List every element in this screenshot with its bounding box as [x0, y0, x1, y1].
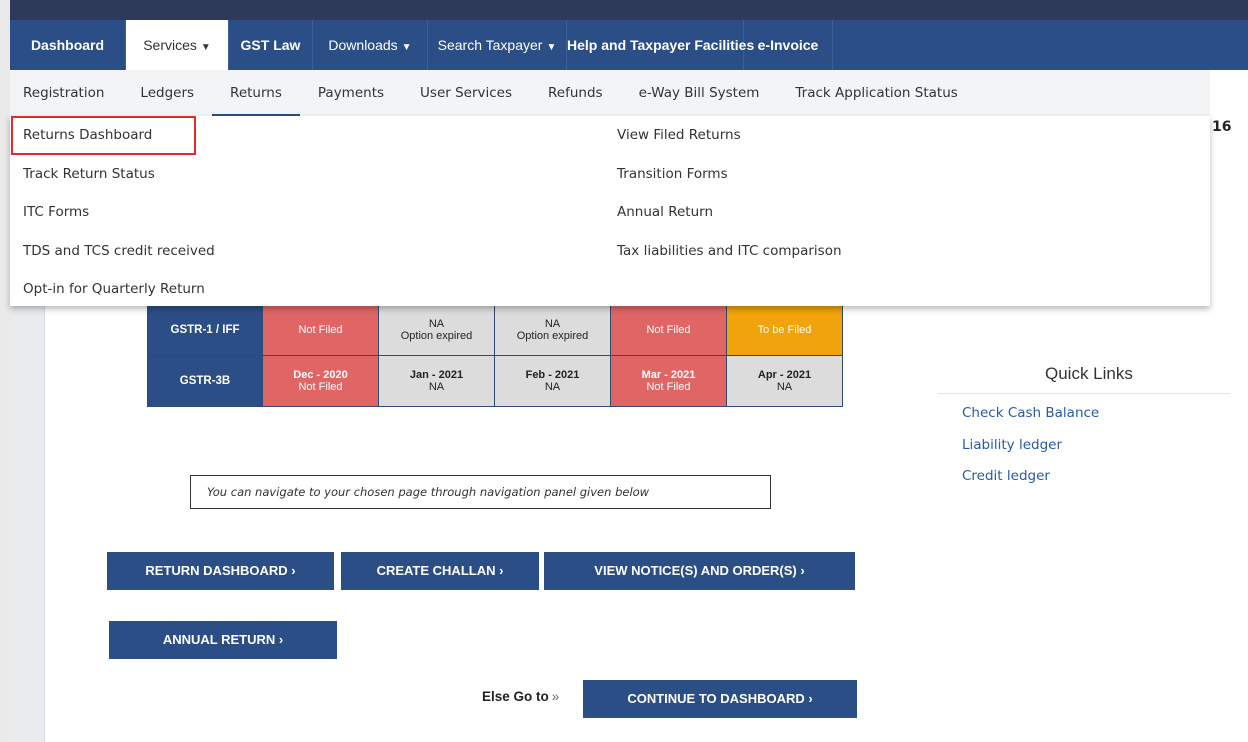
annual-return-button[interactable]: ANNUAL RETURN ›: [109, 621, 337, 659]
navigation-info-box: You can navigate to your chosen page thr…: [190, 475, 771, 509]
continue-to-dashboard-button[interactable]: CONTINUE TO DASHBOARD ›: [583, 680, 857, 718]
caret-down-icon: ▼: [546, 42, 557, 53]
returns-menu-right-column: View Filed Returns Transition Forms Annual…: [617, 116, 842, 270]
menu-item-annual-return[interactable]: Annual Return: [617, 193, 842, 232]
else-go-to-text: Else Go to: [482, 689, 549, 704]
return-status-text: Not Filed: [298, 381, 343, 393]
menu-item-tax-liabilities-and-itc-comparison[interactable]: Tax liabilities and ITC comparison: [617, 232, 842, 271]
main-navigation: Dashboard Services ▼ GST Law Downloads ▼ Searc…: [10, 20, 1248, 70]
create-challan-button[interactable]: CREATE CHALLAN ›: [341, 552, 539, 590]
menu-item-track-return-status[interactable]: Track Return Status: [23, 155, 215, 194]
return-status-cell[interactable]: Dec - 2020 Not Filed: [262, 355, 379, 407]
return-status-cell[interactable]: Feb - 2021 NA: [494, 355, 611, 407]
nav-label: Dashboard: [30, 37, 105, 53]
return-status-text: Not Filed: [298, 324, 343, 336]
return-status-text: NA: [428, 318, 445, 330]
nav-label: Services: [143, 37, 197, 53]
nav-label: e-Invoice: [757, 37, 819, 53]
return-status-cell[interactable]: To be Filed: [726, 304, 843, 356]
return-status-cell[interactable]: Not Filed: [262, 304, 379, 356]
nav-services[interactable]: Services ▼: [126, 20, 229, 70]
status-row-gstr-3b: GSTR-3B Dec - 2020 Not Filed Jan - 2021 NA Fe…: [147, 355, 843, 407]
menu-item-transition-forms[interactable]: Transition Forms: [617, 155, 842, 194]
nav-gst-law[interactable]: GST Law: [229, 20, 313, 70]
menu-item-returns-dashboard[interactable]: Returns Dashboard: [11, 116, 196, 155]
return-type-label: GSTR-3B: [147, 355, 263, 407]
return-type-label: GSTR-1 / IFF: [147, 304, 263, 356]
quick-link-check-cash-balance[interactable]: Check Cash Balance: [962, 403, 1099, 435]
caret-down-icon: ▼: [200, 42, 211, 53]
quick-links-divider: [938, 393, 1230, 394]
returns-menu-left-column: Returns Dashboard Track Return Status ITC …: [11, 116, 215, 309]
else-go-to-label: Else Go to»: [482, 689, 559, 704]
return-status-table: GSTR-1 / IFF Not Filed NA Option expired NA O…: [147, 304, 843, 407]
return-status-cell[interactable]: Jan - 2021 NA: [378, 355, 495, 407]
return-status-cell[interactable]: Not Filed: [610, 304, 727, 356]
return-status-text: Not Filed: [646, 381, 691, 393]
subnav-payments[interactable]: Payments: [300, 70, 402, 116]
return-status-cell[interactable]: NA Option expired: [494, 304, 611, 356]
nav-e-invoice[interactable]: e-Invoice: [744, 20, 833, 70]
return-period: Mar - 2021: [641, 369, 696, 381]
return-status-note: Option expired: [516, 330, 589, 342]
return-status-text: NA: [544, 381, 561, 393]
subnav-e-way-bill-system[interactable]: e-Way Bill System: [621, 70, 778, 116]
left-window-strip: [0, 0, 10, 742]
quick-link-liability-ledger[interactable]: Liability ledger: [962, 435, 1099, 467]
return-status-cell[interactable]: Mar - 2021 Not Filed: [610, 355, 727, 407]
subnav-track-application-status[interactable]: Track Application Status: [777, 70, 975, 116]
menu-item-itc-forms[interactable]: ITC Forms: [23, 193, 215, 232]
return-status-cell[interactable]: Apr - 2021 NA: [726, 355, 843, 407]
nav-label: Help and Taxpayer Facilities: [567, 37, 755, 53]
return-status-text: NA: [776, 381, 793, 393]
nav-label: Downloads: [328, 37, 398, 53]
subnav-ledgers[interactable]: Ledgers: [122, 70, 212, 116]
double-chevron-icon: »: [551, 689, 560, 704]
subnav-returns[interactable]: Returns: [212, 70, 300, 116]
quick-links-list: Check Cash Balance Liability ledger Credit…: [962, 403, 1099, 498]
menu-item-view-filed-returns[interactable]: View Filed Returns: [617, 116, 842, 155]
return-dashboard-button[interactable]: RETURN DASHBOARD ›: [107, 552, 334, 590]
menu-item-opt-in-for-quarterly-return[interactable]: Opt-in for Quarterly Return: [23, 270, 215, 309]
returns-dropdown-menu: Returns Dashboard Track Return Status ITC …: [10, 116, 1210, 306]
return-period: Dec - 2020: [293, 369, 348, 381]
nav-search-taxpayer[interactable]: Search Taxpayer ▼: [428, 20, 567, 70]
subnav-refunds[interactable]: Refunds: [530, 70, 621, 116]
return-status-note: Option expired: [400, 330, 473, 342]
subnav-user-services[interactable]: User Services: [402, 70, 530, 116]
view-notices-orders-button[interactable]: VIEW NOTICE(S) AND ORDER(S) ›: [544, 552, 855, 590]
top-header-edge: [10, 0, 1248, 20]
menu-item-tds-and-tcs-credit-received[interactable]: TDS and TCS credit received: [23, 232, 215, 271]
nav-downloads[interactable]: Downloads ▼: [313, 20, 428, 70]
nav-label: Search Taxpayer: [437, 37, 543, 53]
return-period: Feb - 2021: [525, 369, 580, 381]
subnav-registration[interactable]: Registration: [10, 70, 122, 116]
caret-down-icon: ▼: [401, 42, 412, 53]
nav-label: GST Law: [240, 37, 301, 53]
return-period: Apr - 2021: [757, 369, 812, 381]
return-status-cell[interactable]: NA Option expired: [378, 304, 495, 356]
quick-link-credit-ledger[interactable]: Credit ledger: [962, 466, 1099, 498]
nav-help-and-taxpayer-facilities[interactable]: Help and Taxpayer Facilities: [567, 20, 754, 70]
nav-dashboard[interactable]: Dashboard: [10, 20, 126, 70]
return-status-text: NA: [544, 318, 561, 330]
status-row-gstr-1-iff: GSTR-1 / IFF Not Filed NA Option expired NA O…: [147, 304, 843, 356]
return-period: Jan - 2021: [409, 369, 464, 381]
partial-edge-number: 16: [1212, 119, 1232, 135]
quick-links-title: Quick Links: [1045, 364, 1133, 383]
return-status-text: NA: [428, 381, 445, 393]
return-status-text: To be Filed: [757, 324, 812, 336]
services-sub-navigation: Registration Ledgers Returns Payments User S…: [10, 70, 1210, 116]
return-status-text: Not Filed: [646, 324, 691, 336]
